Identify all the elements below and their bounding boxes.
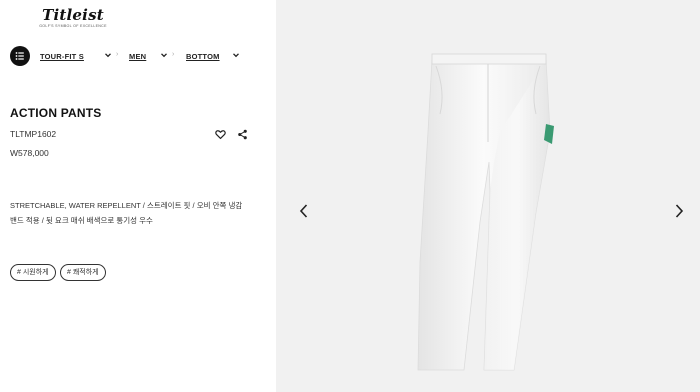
next-image-button[interactable] [672,203,686,219]
wishlist-button[interactable] [214,128,226,140]
titleist-logo[interactable]: Titleist GOLF'S SYMBOL OF EXCELLENCE [38,7,108,31]
breadcrumb-separator: › [172,51,175,58]
breadcrumb-bottom[interactable]: BOTTOM [186,52,220,61]
hashtag-chip[interactable]: # 쾌적하게 [60,264,106,281]
chevron-down-icon[interactable] [231,50,241,60]
chevron-right-icon [675,204,684,218]
chevron-down-icon[interactable] [103,50,113,60]
product-description: STRETCHABLE, WATER REPELLENT / 스트레이트 핏 /… [10,198,262,228]
hashtag-chip[interactable]: # 시원하게 [10,264,56,281]
description-line: 밴드 적용 / 뒷 요크 매쉬 배색으로 통기성 우수 [10,216,153,225]
product-code: TLTMP1602 [10,129,57,139]
chevron-down-icon[interactable] [159,50,169,60]
description-line: STRETCHABLE, WATER REPELLENT / 스트레이트 핏 /… [10,201,243,210]
product-info-panel: Titleist GOLF'S SYMBOL OF EXCELLENCE TOU… [0,0,276,392]
logo-tagline: GOLF'S SYMBOL OF EXCELLENCE [39,24,107,28]
product-price: W578,000 [10,148,49,158]
previous-image-button[interactable] [297,203,311,219]
breadcrumb-tour-fit-s[interactable]: TOUR-FIT S [40,52,84,61]
logo-wordmark: Titleist [42,6,104,24]
breadcrumb-men[interactable]: MEN [129,52,146,61]
chevron-left-icon [299,204,308,218]
share-icon [237,129,247,139]
list-icon [15,52,24,60]
breadcrumb-separator: › [116,51,119,58]
product-image-pants [417,53,554,371]
heart-icon [214,129,226,139]
share-button[interactable] [236,128,248,140]
category-menu-button[interactable] [10,46,30,66]
product-title: ACTION PANTS [10,106,102,120]
